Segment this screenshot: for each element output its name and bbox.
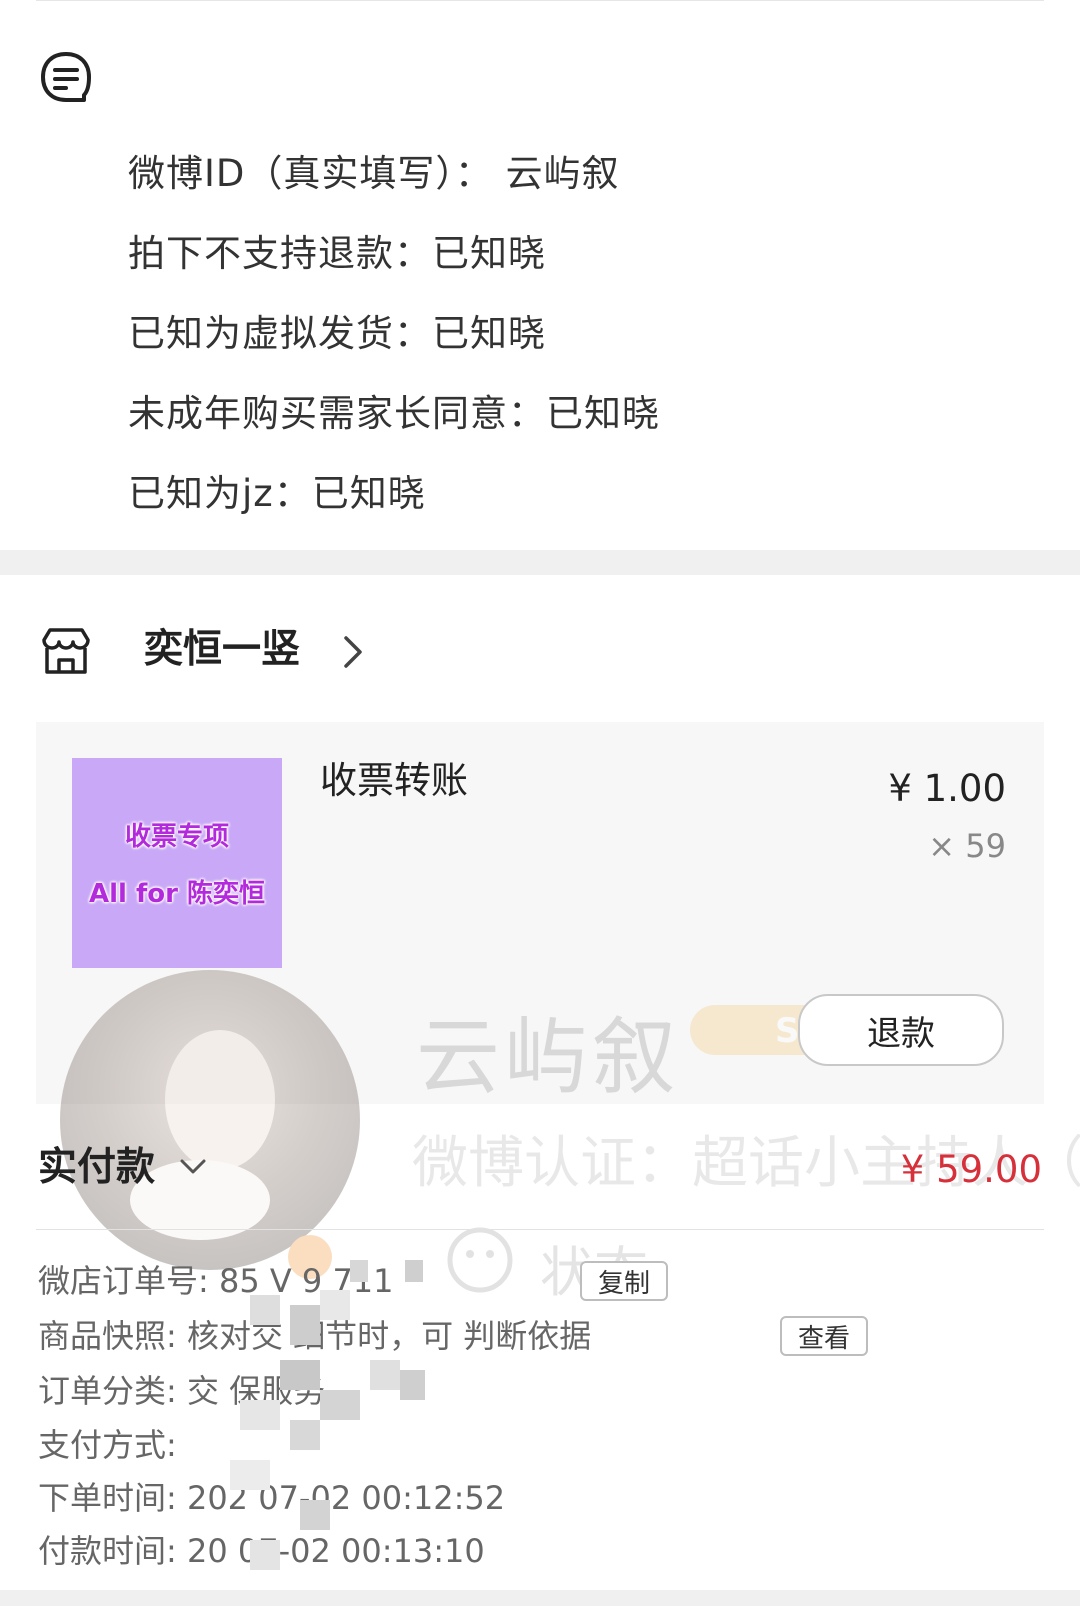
store-name[interactable]: 奕恒一竖 bbox=[144, 622, 300, 678]
remark-no-refund: 拍下不支持退款：已知晓 bbox=[128, 232, 546, 275]
remark-jz: 已知为jz：已知晓 bbox=[128, 472, 426, 515]
remark-virtual-delivery: 已知为虚拟发货：已知晓 bbox=[128, 312, 546, 355]
remark-weibo-id: 微博ID（真实填写）： 云屿叙 bbox=[128, 152, 620, 195]
paid-label: 实付款 bbox=[38, 1145, 156, 1190]
top-divider bbox=[36, 0, 1044, 1]
status-smile-icon bbox=[447, 1227, 513, 1293]
view-button[interactable]: 查看 bbox=[780, 1316, 868, 1356]
section-gap bbox=[0, 550, 1080, 575]
chevron-down-icon[interactable] bbox=[178, 1156, 208, 1178]
product-snapshot: 商品快照: 核对交 细节时，可 判断依据 bbox=[38, 1317, 592, 1355]
order-time: 下单时间: 202 07-02 00:12:52 bbox=[38, 1479, 506, 1517]
refund-button[interactable]: 退款 bbox=[798, 994, 1004, 1066]
divider bbox=[36, 1229, 1044, 1230]
bottom-gap bbox=[0, 1590, 1080, 1606]
remark-icon bbox=[41, 52, 91, 102]
order-number: 微店订单号: 85 V 9 711 bbox=[38, 1262, 394, 1300]
buyer-remarks: 微博ID（真实填写）： 云屿叙 拍下不支持退款：已知晓 已知为虚拟发货：已知晓 … bbox=[128, 134, 660, 534]
thumb-text-line1: 收票专项 bbox=[124, 822, 229, 852]
product-thumbnail[interactable]: 收票专项 All for 陈奕恒 bbox=[72, 758, 282, 968]
chevron-right-icon[interactable] bbox=[340, 632, 366, 672]
remark-minor-consent: 未成年购买需家长同意：已知晓 bbox=[128, 392, 660, 435]
product-title[interactable]: 收票转账 bbox=[320, 756, 468, 806]
product-price: ¥ 1.00 bbox=[888, 767, 1006, 810]
thumb-text-line2: All for 陈奕恒 bbox=[88, 879, 266, 909]
order-category: 订单分类: 交 保服务 bbox=[38, 1372, 326, 1410]
paid-amount: ¥ 59.00 bbox=[900, 1148, 1042, 1191]
payment-method: 支付方式: bbox=[38, 1426, 177, 1464]
product-quantity: × 59 bbox=[928, 827, 1006, 865]
store-icon bbox=[42, 628, 90, 674]
copy-button[interactable]: 复制 bbox=[580, 1261, 668, 1301]
payment-time: 付款时间: 20 07-02 00:13:10 bbox=[38, 1532, 485, 1570]
